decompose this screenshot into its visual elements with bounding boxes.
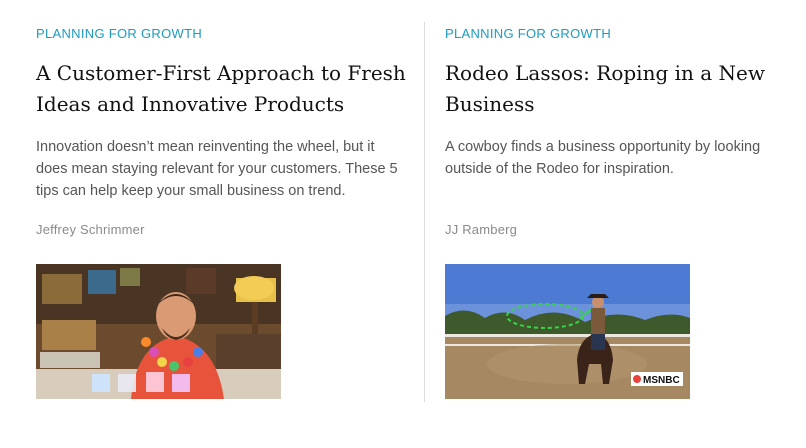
article-summary: A cowboy finds a business opportunity by… [445, 139, 761, 177]
column-divider [424, 22, 425, 402]
shopkeeper-photo [36, 264, 281, 399]
msnbc-badge: MSNBC [643, 375, 680, 386]
author-name[interactable]: Jeffrey Schrimmer [36, 222, 145, 237]
article-title-link[interactable]: Rodeo Lassos: Roping in a New Business [445, 58, 775, 120]
rodeo-photo: MSNBC [445, 264, 690, 399]
category-link[interactable]: PLANNING FOR GROWTH [36, 26, 202, 41]
category-link[interactable]: PLANNING FOR GROWTH [445, 26, 611, 41]
article-thumbnail-rodeo[interactable]: MSNBC [445, 264, 690, 399]
author-name[interactable]: JJ Ramberg [445, 222, 517, 237]
article-title-link[interactable]: A Customer-First Approach to Fresh Ideas… [36, 58, 406, 120]
article-thumbnail-shopkeeper[interactable] [36, 264, 281, 399]
article-summary: Innovation doesn’t mean reinventing the … [36, 139, 398, 199]
